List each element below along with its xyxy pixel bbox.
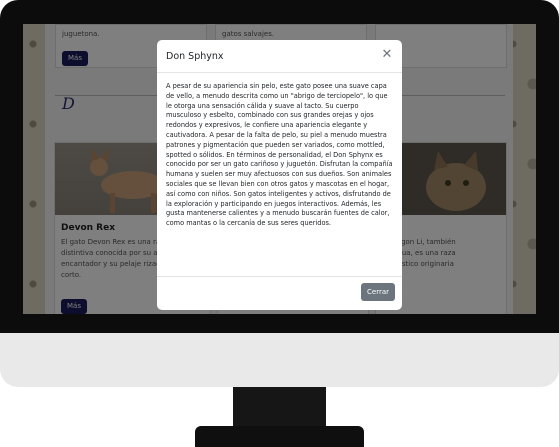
screen: juguetona. Más gatos salvajes. D (23, 24, 536, 314)
modal-title: Don Sphynx (166, 51, 224, 62)
modal-body-text: A pesar de su apariencia sin pelo, este … (166, 82, 393, 228)
monitor-stand (233, 387, 326, 427)
monitor-chin (0, 333, 559, 387)
close-icon[interactable]: ✕ (380, 48, 394, 62)
monitor-base (195, 426, 364, 447)
modal-header-divider (157, 72, 402, 73)
cerrar-button[interactable]: Cerrar (361, 283, 395, 301)
modal-dialog: Don Sphynx ✕ A pesar de su apariencia si… (157, 40, 402, 310)
modal-footer-divider (157, 276, 402, 277)
